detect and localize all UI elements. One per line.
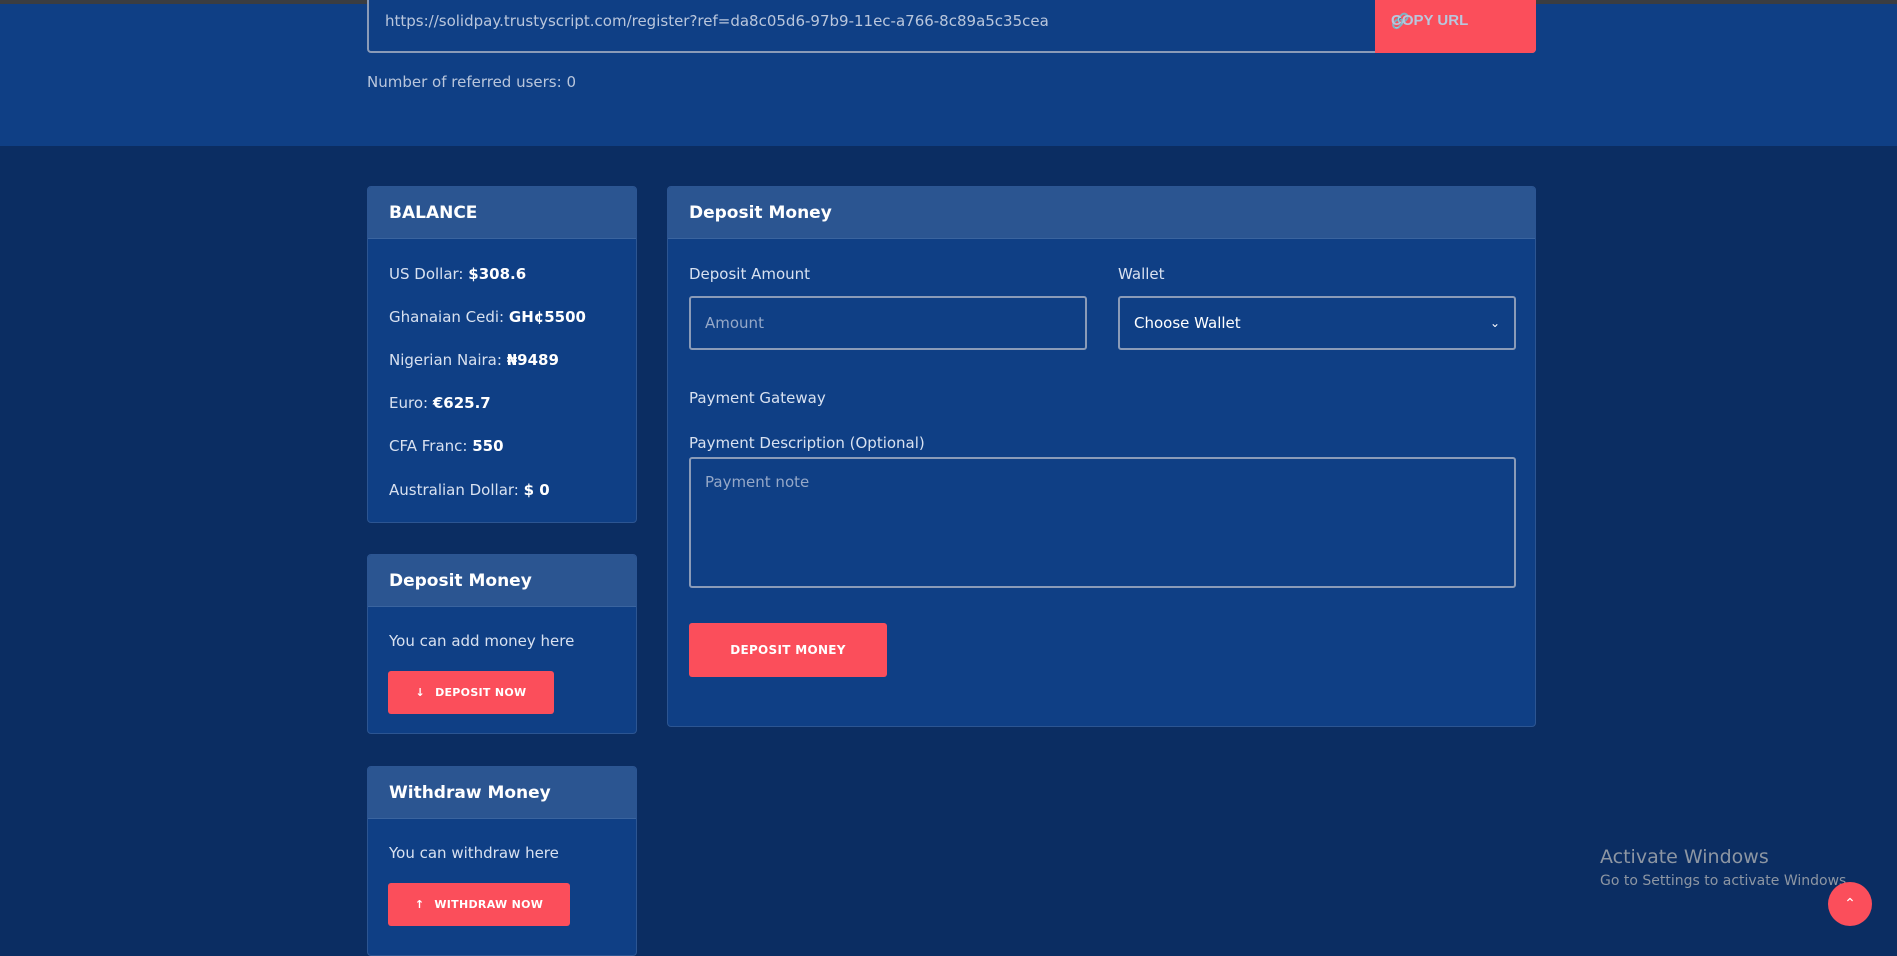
amount-label: Deposit Amount — [689, 265, 811, 283]
description-label: Payment Description (Optional) — [689, 434, 925, 452]
balance-item: Euro: €625.7 — [389, 394, 491, 412]
referred-users-count: Number of referred users: 0 — [367, 73, 576, 91]
description-textarea[interactable]: Payment note — [689, 457, 1516, 588]
deposit-form-panel: Deposit Money Deposit Amount Wallet Amou… — [667, 186, 1536, 727]
deposit-card: Deposit Money You can add money here ↓ DE… — [367, 554, 637, 734]
withdraw-now-label: WITHDRAW NOW — [434, 898, 544, 911]
balance-item: Nigerian Naira: ₦9489 — [389, 351, 559, 369]
balance-item: Ghanaian Cedi: GH¢5500 — [389, 308, 586, 326]
balance-item: US Dollar: $308.6 — [389, 265, 527, 283]
activate-windows-subtitle: Go to Settings to activate Windows. — [1600, 873, 1851, 889]
withdraw-now-button[interactable]: ↑ WITHDRAW NOW — [388, 883, 570, 926]
scroll-to-top-button[interactable]: ⌃ — [1828, 882, 1872, 926]
withdraw-card-text: You can withdraw here — [389, 844, 559, 862]
referral-url-field[interactable]: https://solidpay.trustyscript.com/regist… — [367, 0, 1536, 53]
chevron-down-icon: ⌄ — [1489, 316, 1500, 330]
wallet-label: Wallet — [1118, 265, 1165, 283]
activate-windows-title: Activate Windows — [1600, 846, 1769, 868]
deposit-money-button[interactable]: DEPOSIT MONEY — [689, 623, 887, 677]
copy-url-label: COPY URL — [1391, 12, 1469, 29]
deposit-card-title: Deposit Money — [368, 555, 636, 607]
wallet-select[interactable]: Choose Wallet ⌄ — [1118, 296, 1516, 350]
balance-title: BALANCE — [368, 187, 636, 239]
wallet-selected-value: Choose Wallet — [1134, 314, 1241, 332]
arrow-down-icon: ↓ — [415, 686, 426, 699]
copy-url-button[interactable]: 🔗 COPY URL — [1375, 0, 1536, 53]
deposit-card-text: You can add money here — [389, 632, 575, 650]
gateway-label: Payment Gateway — [689, 389, 826, 407]
balance-item: Australian Dollar: $ 0 — [389, 481, 550, 499]
amount-input[interactable]: Amount — [689, 296, 1087, 350]
balance-item: CFA Franc: 550 — [389, 437, 504, 455]
balance-panel: BALANCE US Dollar: $308.6 Ghanaian Cedi:… — [367, 186, 637, 523]
withdraw-card: Withdraw Money You can withdraw here ↑ WI… — [367, 766, 637, 956]
referral-url-text: https://solidpay.trustyscript.com/regist… — [385, 12, 1049, 30]
withdraw-card-title: Withdraw Money — [368, 767, 636, 819]
arrow-up-icon: ↑ — [414, 898, 425, 911]
deposit-form-title: Deposit Money — [668, 187, 1535, 239]
chevron-up-icon: ⌃ — [1844, 896, 1856, 912]
deposit-now-button[interactable]: ↓ DEPOSIT NOW — [388, 671, 554, 714]
deposit-now-label: DEPOSIT NOW — [435, 686, 527, 699]
